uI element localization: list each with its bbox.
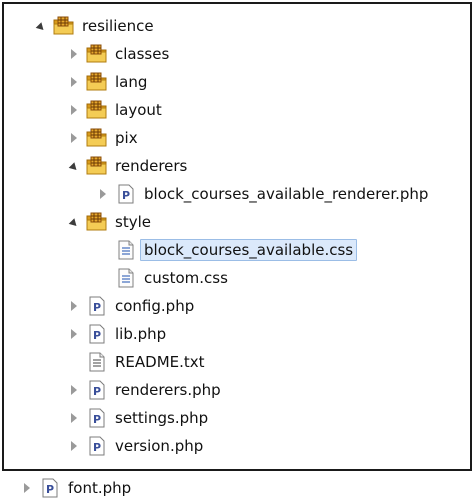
package-folder-icon — [53, 16, 74, 36]
collapsed-twisty-icon[interactable] — [20, 474, 33, 502]
package-folder-icon — [86, 44, 107, 64]
package-folder-icon — [86, 212, 107, 232]
tree-item-font-php[interactable]: font.php — [20, 474, 131, 502]
package-folder-icon — [86, 72, 107, 92]
tree-item-settings-php[interactable]: settings.php — [67, 404, 208, 432]
expanded-twisty-icon[interactable] — [67, 152, 80, 180]
tree-item-label: classes — [115, 45, 170, 63]
text-file-icon — [86, 352, 107, 372]
tree-item-style[interactable]: style — [67, 208, 151, 236]
package-folder-icon — [86, 128, 107, 148]
php-file-icon — [86, 408, 107, 428]
tree-item-label: layout — [115, 101, 162, 119]
tree-item-label: version.php — [115, 437, 204, 455]
tree-item-label: README.txt — [115, 353, 205, 371]
collapsed-twisty-icon[interactable] — [67, 40, 80, 68]
php-file-icon — [86, 380, 107, 400]
tree-item-renderer-php[interactable]: block_courses_available_renderer.php — [96, 180, 428, 208]
tree-item-renderers[interactable]: renderers — [67, 152, 187, 180]
tree-item-label: lib.php — [115, 325, 167, 343]
collapsed-twisty-icon[interactable] — [96, 180, 109, 208]
tree-item-renderers-php[interactable]: renderers.php — [67, 376, 221, 404]
php-file-icon — [86, 324, 107, 344]
php-file-icon — [86, 436, 107, 456]
tree-item-lang[interactable]: lang — [67, 68, 147, 96]
collapsed-twisty-icon[interactable] — [67, 124, 80, 152]
tree-item-block-css[interactable]: block_courses_available.css — [115, 236, 358, 264]
collapsed-twisty-icon[interactable] — [67, 96, 80, 124]
tree-item-lib-php[interactable]: lib.php — [67, 320, 166, 348]
tree-item-label: renderers — [115, 157, 188, 175]
css-file-icon — [115, 240, 136, 260]
tree-item-label: settings.php — [115, 409, 209, 427]
collapsed-twisty-icon[interactable] — [67, 320, 80, 348]
tree-item-label: block_courses_available_renderer.php — [144, 185, 429, 203]
collapsed-twisty-icon[interactable] — [67, 404, 80, 432]
php-file-icon — [39, 478, 60, 498]
tree-item-config-php[interactable]: config.php — [67, 292, 194, 320]
collapsed-twisty-icon[interactable] — [67, 68, 80, 96]
collapsed-twisty-icon[interactable] — [67, 292, 80, 320]
tree-item-classes[interactable]: classes — [67, 40, 169, 68]
tree-item-readme[interactable]: README.txt — [86, 348, 205, 376]
expanded-twisty-icon[interactable] — [67, 208, 80, 236]
tree-item-pix[interactable]: pix — [67, 124, 138, 152]
tree-item-label: lang — [115, 73, 148, 91]
package-folder-icon — [86, 100, 107, 120]
tree-item-layout[interactable]: layout — [67, 96, 162, 124]
collapsed-twisty-icon[interactable] — [67, 432, 80, 460]
project-explorer-tree: resilience classes lang layout pix rende… — [2, 2, 472, 471]
tree-item-label: custom.css — [144, 269, 228, 287]
tree-item-custom-css[interactable]: custom.css — [115, 264, 228, 292]
css-file-icon — [115, 268, 136, 288]
tree-item-label: font.php — [68, 479, 132, 497]
tree-item-label-selected: block_courses_available.css — [140, 239, 358, 261]
tree-item-label: style — [115, 213, 151, 231]
php-file-icon — [86, 296, 107, 316]
php-file-icon — [115, 184, 136, 204]
collapsed-twisty-icon[interactable] — [67, 376, 80, 404]
expanded-twisty-icon[interactable] — [34, 12, 47, 40]
tree-item-label: pix — [115, 129, 138, 147]
tree-item-resilience[interactable]: resilience — [34, 12, 154, 40]
tree-item-label: config.php — [115, 297, 195, 315]
tree-item-label: resilience — [82, 17, 154, 35]
tree-item-label: renderers.php — [115, 381, 221, 399]
tree-item-version-php[interactable]: version.php — [67, 432, 203, 460]
package-folder-icon — [86, 156, 107, 176]
